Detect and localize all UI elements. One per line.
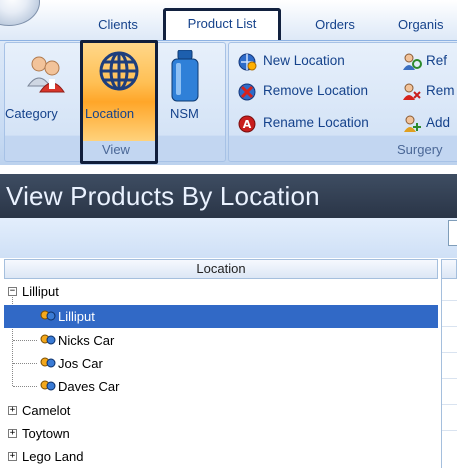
detail-grid-divider [442,352,457,353]
tab-orders[interactable]: Orders [300,14,370,36]
expand-toggle[interactable]: + [8,452,17,461]
tab-product-list[interactable]: Product List [163,8,281,44]
tree-node-nicks-car[interactable]: Nicks Car [4,329,438,352]
tree-node-label: Lilliput [22,284,59,299]
tab-clients[interactable]: Clients [86,14,150,36]
detail-grid-divider [442,430,457,431]
location-pin-icon [40,357,56,368]
filter-toolbar [0,218,457,258]
tree-node-camelot[interactable]: + Camelot [4,399,438,422]
new-location-label: New Location [263,53,345,68]
tree-node-label: Daves Car [58,379,120,394]
tree-node-label: Lilliput [58,309,95,324]
nsm-button[interactable]: NSM [160,46,220,138]
category-button[interactable]: Category [5,46,79,138]
remove-location-icon [238,83,256,101]
detail-grid [441,279,457,468]
rename-location-icon: A [238,115,256,133]
tree-node-label: Jos Car [58,356,103,371]
location-pin-icon [40,380,56,391]
tree-node-lilliput[interactable]: − Lilliput [4,280,438,303]
globe-icon [99,51,139,91]
detail-grid-divider [442,404,457,405]
people-refresh-icon [403,53,422,70]
expand-toggle[interactable]: + [8,429,17,438]
tree-node-label: Camelot [22,403,71,418]
tree-node-jos-car[interactable]: Jos Car [4,352,438,375]
group-label-surgery: Surgery [397,142,443,157]
second-column-header[interactable] [441,259,457,279]
location-column-header[interactable]: Location [4,259,438,279]
tab-organisation[interactable]: Organis [398,14,457,36]
category-button-label: Category [5,106,58,121]
category-people-icon [27,56,65,93]
tree-node-label: Toytown [22,426,70,441]
collapse-toggle[interactable]: − [8,287,17,296]
tree-node-lego-land[interactable]: + Lego Land [4,445,438,468]
tree-node-label: Nicks Car [58,333,115,348]
rename-location-label: Rename Location [263,115,369,130]
remove-location-label: Remove Location [263,83,369,98]
detail-grid-divider [442,300,457,301]
tree-node-daves-car[interactable]: Daves Car [4,375,438,398]
people-remove-icon [403,83,421,100]
new-location-icon [238,53,257,71]
add-label: Add [426,115,451,130]
filter-input[interactable] [448,220,457,246]
tree-node-label: Lego Land [22,449,84,464]
tree-node-lilliput-child[interactable]: Lilliput [4,305,438,328]
location-pin-icon [40,310,56,321]
refresh-label: Ref [426,53,448,68]
detail-grid-divider [442,326,457,327]
remove-label: Rem [426,83,455,98]
expand-toggle[interactable]: + [8,406,17,415]
page-title: View Products By Location [0,174,457,218]
location-pin-icon [40,334,56,345]
detail-grid-divider [442,378,457,379]
tree-node-toytown[interactable]: + Toytown [4,422,438,445]
bottle-icon [171,50,199,102]
nsm-button-label: NSM [170,106,199,121]
people-add-icon [404,115,421,132]
svg-text:A: A [243,118,252,131]
location-button-label: Location [85,106,135,121]
location-button[interactable]: Location [80,40,158,164]
